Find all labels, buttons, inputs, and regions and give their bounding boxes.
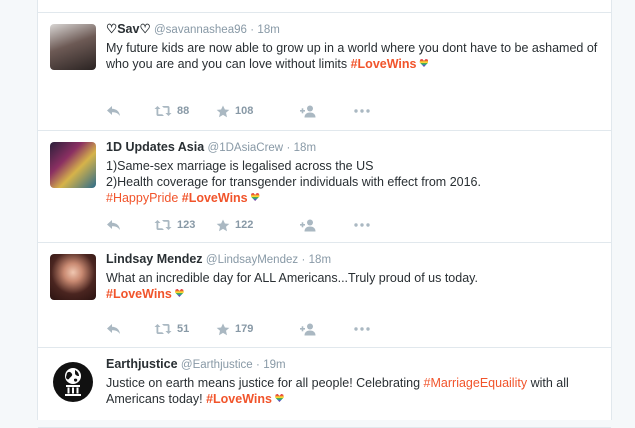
retweet-count: 51 [177,323,190,335]
separator: · [286,142,291,154]
follow-icon [300,219,316,231]
timestamp[interactable]: 18m [257,24,279,36]
tweet-line-1: 1)Same-sex marriage is legalised across … [106,159,374,173]
avatar[interactable] [50,24,96,70]
separator: · [256,359,260,371]
retweet-icon [154,220,172,230]
favorite-count: 122 [235,219,254,231]
retweet-button[interactable]: 123 [154,217,216,233]
tweet-header: Lindsay Mendez @LindsayMendez · 18m [106,252,601,268]
rainbow-heart-icon [250,193,260,201]
timeline: ♡Sav♡ @savannashea96 · 18m My future kid… [37,0,612,428]
hashtag-link[interactable]: #LoveWins [206,392,272,406]
rainbow-heart-icon [274,394,284,402]
reply-button[interactable] [106,103,154,119]
hashtag-link[interactable]: #HappyPride [106,191,178,205]
tweet-text: What an incredible day for ALL Americans… [106,270,601,302]
tweet[interactable]: ♡Sav♡ @savannashea96 · 18m My future kid… [38,13,611,131]
follow-icon [300,105,316,117]
more-icon [354,109,370,113]
author-handle[interactable]: @Earthjustice [181,359,253,371]
tweet-body: Justice on earth means justice for all p… [106,376,421,390]
favorite-star-icon [216,219,230,231]
hashtag-link[interactable]: #LoveWins [351,57,417,71]
tweet-text: Justice on earth means justice for all p… [106,375,601,407]
favorite-count: 108 [235,105,254,117]
author-name[interactable]: 1D Updates Asia [106,140,204,154]
retweet-button[interactable]: 88 [154,103,216,119]
tweet-text: My future kids are now able to grow up i… [106,40,601,72]
retweet-button[interactable]: 51 [154,321,216,337]
avatar[interactable] [50,142,96,188]
retweet-icon [154,324,172,334]
author-handle[interactable]: @1DAsiaCrew [208,142,284,154]
tweet-actions: 88 108 [106,103,384,119]
tweet-text: 1)Same-sex marriage is legalised across … [106,158,601,206]
tweet-line-2: 2)Health coverage for transgender indivi… [106,175,481,189]
tweet-hashtags: #HappyPride #LoveWins [106,190,601,206]
hashtag-link[interactable]: #LoveWins [106,287,172,301]
separator: · [250,24,255,36]
favorite-button[interactable]: 179 [216,321,300,337]
follow-icon [300,323,316,335]
globe-pillar-icon [65,368,81,396]
reply-button[interactable] [106,321,154,337]
timestamp[interactable]: 18m [309,254,331,266]
reply-icon [107,324,120,334]
tweet[interactable]: Lindsay Mendez @LindsayMendez · 18m What… [38,243,611,348]
follow-button[interactable] [300,103,354,119]
author-name[interactable]: Earthjustice [106,357,178,371]
reply-icon [107,220,120,230]
tweet-actions: 51 179 [106,321,384,337]
more-button[interactable] [354,321,384,337]
timeline-top-edge [38,0,611,13]
separator: · [301,254,306,266]
favorite-button[interactable]: 122 [216,217,300,233]
tweet[interactable]: Earthjustice @Earthjustice · 19m Justice… [38,348,611,428]
more-button[interactable] [354,217,384,233]
favorite-star-icon [216,105,230,117]
more-button[interactable] [354,103,384,119]
tweet-hashtags: #LoveWins [106,286,601,302]
favorite-star-icon [216,323,230,335]
author-name[interactable]: ♡Sav♡ [106,22,151,36]
avatar[interactable] [50,254,96,300]
tweet-actions: 123 122 [106,217,384,233]
author-name[interactable]: Lindsay Mendez [106,252,203,266]
reply-button[interactable] [106,217,154,233]
favorite-count: 179 [235,323,254,335]
hashtag-link[interactable]: #MarriageEquaility [424,376,528,390]
timestamp[interactable]: 18m [294,142,316,154]
rainbow-heart-icon [174,289,184,297]
rainbow-heart-icon [419,59,429,67]
tweet-body: What an incredible day for ALL Americans… [106,271,478,285]
author-handle[interactable]: @LindsayMendez [206,254,298,266]
retweet-icon [154,106,172,116]
author-handle[interactable]: @savannashea96 [154,24,247,36]
more-icon [354,327,370,331]
tweet-header: Earthjustice @Earthjustice · 19m [106,357,601,373]
reply-icon [107,106,120,116]
tweet-header: 1D Updates Asia @1DAsiaCrew · 18m [106,140,601,156]
timestamp[interactable]: 19m [263,359,285,371]
follow-button[interactable] [300,321,354,337]
more-icon [354,223,370,227]
hashtag-link[interactable]: #LoveWins [182,191,248,205]
tweet-header: ♡Sav♡ @savannashea96 · 18m [106,22,601,38]
favorite-button[interactable]: 108 [216,103,300,119]
retweet-count: 123 [177,219,196,231]
retweet-count: 88 [177,105,190,117]
tweet[interactable]: 1D Updates Asia @1DAsiaCrew · 18m 1)Same… [38,131,611,243]
avatar[interactable] [50,359,96,405]
follow-button[interactable] [300,217,354,233]
